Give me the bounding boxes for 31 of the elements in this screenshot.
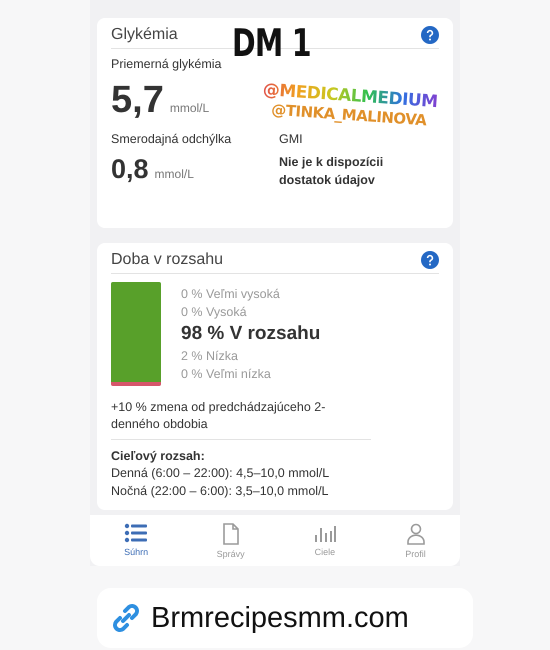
range-label: 0 % Vysoká	[181, 304, 248, 321]
card-title: Glykémia	[111, 26, 178, 44]
stat-value: 5,7	[111, 79, 164, 122]
tab[interactable]: Profil	[397, 521, 434, 562]
help-icon[interactable]	[421, 26, 439, 44]
range-label: 2 % Nízka	[181, 348, 239, 365]
tab[interactable]: Súhrn	[116, 521, 156, 560]
tab[interactable]: Ciele	[304, 521, 345, 560]
tab[interactable]: Správy	[208, 521, 253, 562]
list-icon	[124, 523, 148, 544]
link-sticker[interactable]: Brmrecipesmm.com	[97, 588, 473, 648]
range-label: 98 % V rozsahu	[181, 322, 320, 346]
stat-value: 0,8	[111, 154, 149, 185]
document-icon	[222, 523, 240, 546]
stat-label: GMI	[279, 132, 304, 146]
bar-chart-icon	[312, 523, 337, 544]
stat-value: Nie je k dispozícii dostatok údajov	[279, 154, 384, 189]
stat-unit: mmol/L	[154, 167, 194, 181]
change-text: +10 % zmena od predchádzajúceho 2-denného obdobia	[111, 399, 371, 440]
range-label: 0 % Veľmi nízka	[181, 366, 272, 383]
help-icon[interactable]	[421, 251, 439, 269]
target-title: Cieľový rozsah:	[111, 448, 206, 465]
range-label: 0 % Veľmi vysoká	[181, 286, 281, 303]
stat-unit: mmol/L	[170, 101, 210, 115]
stat-label: Smerodajná odchýlka	[111, 132, 232, 146]
sticker-title: DM 1	[232, 24, 311, 62]
card-title: Doba v rozsahu	[111, 251, 224, 269]
stat-label: Priemerná glykémia	[111, 57, 222, 71]
target-range: Denná (6:00 – 22:00): 4,5–10,0 mmol/L	[111, 465, 330, 482]
target-range: Nočná (22:00 – 6:00): 3,5–10,0 mmol/L	[111, 482, 330, 500]
person-icon	[406, 523, 426, 546]
